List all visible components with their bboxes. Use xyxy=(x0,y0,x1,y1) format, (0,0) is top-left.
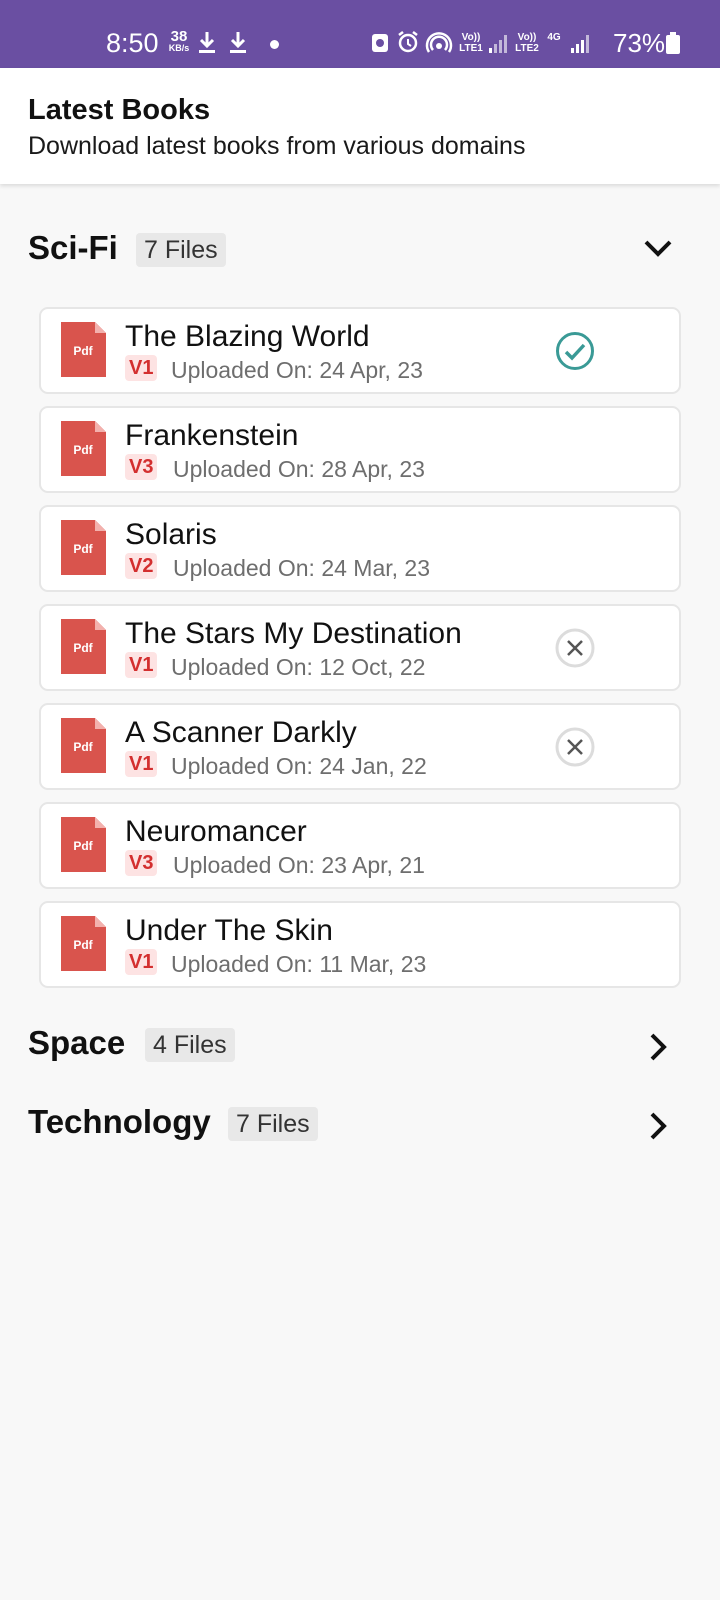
pdf-file-icon: Pdf xyxy=(61,619,106,674)
book-title: The Blazing World xyxy=(125,320,370,353)
svg-text:Pdf: Pdf xyxy=(73,839,93,853)
upload-date: Uploaded On: 11 Mar, 23 xyxy=(171,951,427,977)
category-title: Sci-Fi xyxy=(28,229,118,266)
book-item[interactable]: Pdf Solaris V2 Uploaded On: 24 Mar, 23 xyxy=(39,505,681,592)
upload-date: Uploaded On: 24 Jan, 22 xyxy=(171,753,427,779)
category-header-technology[interactable]: Technology 7 Files xyxy=(0,1100,720,1150)
pdf-file-icon: Pdf xyxy=(61,718,106,773)
alarm-icon xyxy=(398,31,418,53)
category-header-scifi[interactable]: Sci-Fi 7 Files xyxy=(0,226,720,276)
chevron-right-icon[interactable] xyxy=(640,1108,676,1144)
page-subtitle: Download latest books from various domai… xyxy=(28,132,526,160)
svg-text:Pdf: Pdf xyxy=(73,443,93,457)
book-title: Frankenstein xyxy=(125,419,299,452)
book-title: The Stars My Destination xyxy=(125,617,462,650)
chevron-right-icon[interactable] xyxy=(640,1029,676,1065)
check-circle-icon xyxy=(556,332,594,370)
pdf-file-icon: Pdf xyxy=(61,421,106,476)
cancel-download-icon[interactable] xyxy=(555,628,595,668)
svg-text:Pdf: Pdf xyxy=(73,740,93,754)
hotspot-icon xyxy=(425,32,453,53)
version-badge: V1 xyxy=(125,949,158,975)
network-speed: 38 KB/s xyxy=(168,28,190,53)
signal-icon xyxy=(489,35,507,53)
pdf-file-icon: Pdf xyxy=(61,322,106,377)
category-title: Space xyxy=(28,1024,126,1061)
status-bar: 8:50 38 KB/s Vo)) LTE1 Vo)) LTE2 4G 73% xyxy=(0,0,720,68)
book-item[interactable]: Pdf Frankenstein V3 Uploaded On: 28 Apr,… xyxy=(39,406,681,493)
file-count-badge: 4 Files xyxy=(145,1028,235,1062)
upload-date: Uploaded On: 12 Oct, 22 xyxy=(171,654,426,680)
download-icon xyxy=(230,32,246,53)
version-badge: V3 xyxy=(125,454,158,480)
page-title: Latest Books xyxy=(28,94,211,126)
battery-icon xyxy=(666,32,680,54)
svg-text:Pdf: Pdf xyxy=(73,542,93,556)
download-icon xyxy=(199,32,215,53)
book-item[interactable]: Pdf A Scanner Darkly V1 Uploaded On: 24 … xyxy=(39,703,681,790)
version-badge: V1 xyxy=(125,751,158,777)
category-header-space[interactable]: Space 4 Files xyxy=(0,1021,720,1071)
chevron-down-icon[interactable] xyxy=(640,230,676,266)
svg-text:Pdf: Pdf xyxy=(73,344,93,358)
signal-icon xyxy=(571,35,589,53)
file-count-badge: 7 Files xyxy=(228,1107,318,1141)
book-item[interactable]: Pdf The Stars My Destination V1 Uploaded… xyxy=(39,604,681,691)
cancel-download-icon[interactable] xyxy=(555,727,595,767)
file-count-badge: 7 Files xyxy=(136,233,226,267)
version-badge: V1 xyxy=(125,355,158,381)
notification-dot-icon xyxy=(270,40,279,49)
version-badge: V2 xyxy=(125,553,158,579)
sim1-label: Vo)) LTE1 xyxy=(459,32,483,54)
upload-date: Uploaded On: 23 Apr, 21 xyxy=(173,852,425,878)
battery-percent: 73% xyxy=(613,28,666,58)
upload-date: Uploaded On: 24 Mar, 23 xyxy=(173,555,430,581)
status-time: 8:50 xyxy=(106,28,159,58)
network-type: 4G xyxy=(547,32,561,43)
app-icon xyxy=(372,34,388,52)
category-title: Technology xyxy=(28,1103,211,1140)
page-header: Latest Books Download latest books from … xyxy=(0,68,720,184)
book-title: Under The Skin xyxy=(125,914,333,947)
pdf-file-icon: Pdf xyxy=(61,916,106,971)
book-item[interactable]: Pdf The Blazing World V1 Uploaded On: 24… xyxy=(39,307,681,394)
version-badge: V3 xyxy=(125,850,158,876)
version-badge: V1 xyxy=(125,652,158,678)
book-title: Solaris xyxy=(125,518,217,551)
sim2-label: Vo)) LTE2 xyxy=(515,32,539,54)
book-title: A Scanner Darkly xyxy=(125,716,357,749)
book-title: Neuromancer xyxy=(125,815,307,848)
pdf-file-icon: Pdf xyxy=(61,520,106,575)
upload-date: Uploaded On: 28 Apr, 23 xyxy=(173,456,425,482)
upload-date: Uploaded On: 24 Apr, 23 xyxy=(171,357,423,383)
book-item[interactable]: Pdf Under The Skin V1 Uploaded On: 11 Ma… xyxy=(39,901,681,988)
pdf-file-icon: Pdf xyxy=(61,817,106,872)
book-item[interactable]: Pdf Neuromancer V3 Uploaded On: 23 Apr, … xyxy=(39,802,681,889)
svg-text:Pdf: Pdf xyxy=(73,938,93,952)
svg-text:Pdf: Pdf xyxy=(73,641,93,655)
